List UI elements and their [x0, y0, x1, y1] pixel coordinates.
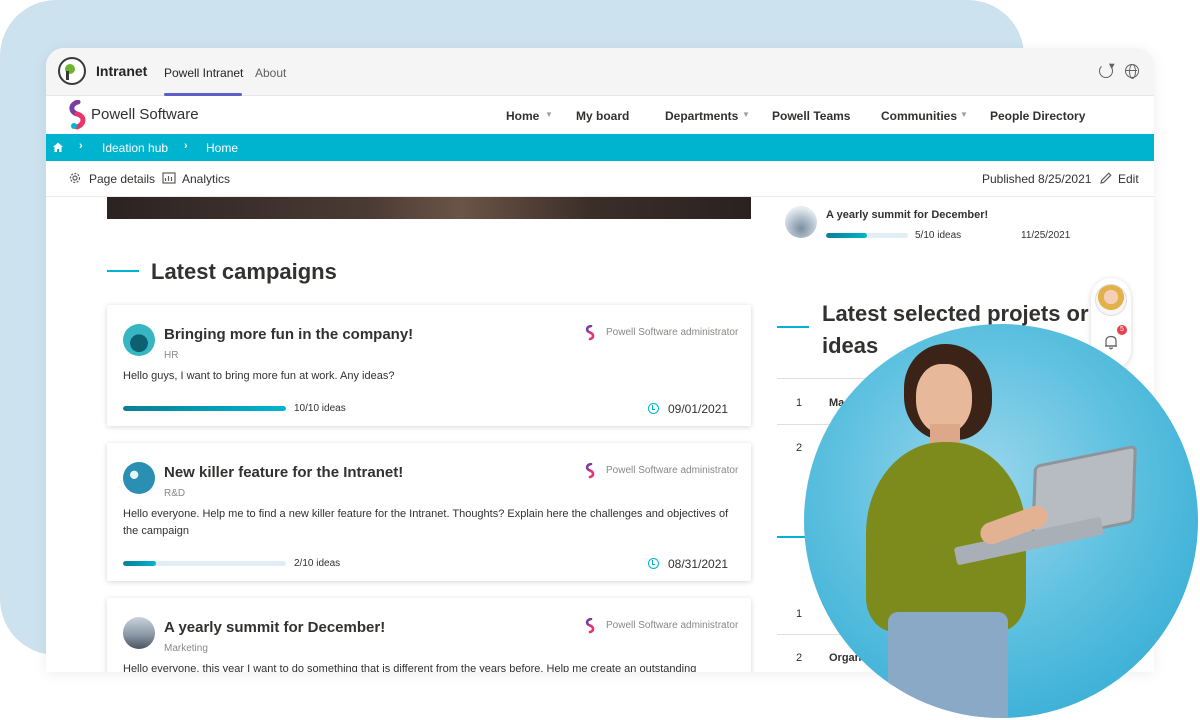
refresh-icon[interactable] [1099, 64, 1113, 78]
campaign-card[interactable]: Bringing more fun in the company! HR Pow… [107, 305, 751, 426]
published-date: Published 8/25/2021 [982, 172, 1092, 186]
campaign-description: Hello everyone. Help me to find a new ki… [123, 508, 729, 537]
campaign-date: 09/01/2021 [668, 402, 729, 416]
ideas-count: 10/10 ideas [294, 403, 346, 414]
campaign-avatar [123, 324, 155, 356]
campaign-department: HR [164, 350, 179, 361]
author-logo-icon [585, 463, 595, 479]
clock-icon [648, 403, 659, 414]
side-ideas-progress-bar [826, 233, 908, 238]
row-number: 2 [796, 442, 803, 454]
section-accent-line [777, 536, 807, 538]
row-number: 1 [796, 397, 803, 409]
chevron-down-icon[interactable]: ▼ [960, 110, 968, 119]
side-ideas-progress-fill [826, 233, 867, 238]
ideas-progress-fill [123, 406, 286, 411]
nav-home[interactable]: Home [506, 109, 539, 123]
photo-jeans [888, 612, 1008, 718]
woman-with-laptop-photo [804, 324, 1198, 718]
gear-icon[interactable] [68, 171, 82, 185]
nav-departments[interactable]: Departments [665, 109, 738, 123]
globe-icon[interactable] [1125, 64, 1139, 79]
campaign-avatar [123, 462, 155, 494]
ideas-progress-bar [123, 561, 286, 566]
row-number: 2 [796, 652, 803, 664]
author-logo-icon [585, 325, 595, 341]
section-accent-line [777, 326, 809, 328]
side-campaign-title[interactable]: A yearly summit for December! [826, 209, 988, 221]
ideas-progress-bar [123, 406, 286, 411]
notification-badge: 5 [1117, 325, 1127, 335]
site-header: Powell Software Home ▼ My board Departme… [46, 96, 1154, 134]
breadcrumb-separator-icon: › [184, 140, 188, 152]
breadcrumb: › Ideation hub › Home [46, 134, 1154, 161]
campaign-description: Hello everyone, this year I want to do s… [123, 663, 697, 672]
intranet-app-logo-icon [58, 57, 86, 85]
side-ideas-count: 5/10 ideas [915, 230, 962, 241]
breadcrumb-separator-icon: › [79, 140, 83, 152]
campaign-description: Hello guys, I want to bring more fun at … [123, 370, 395, 382]
campaign-author: Powell Software administrator [606, 465, 739, 476]
campaign-card[interactable]: A yearly summit for December! Marketing … [107, 598, 751, 672]
analytics-icon[interactable] [162, 171, 176, 185]
campaign-date: 08/31/2021 [668, 557, 729, 571]
tab-about[interactable]: About [255, 66, 286, 80]
chevron-down-icon[interactable]: ▼ [742, 110, 750, 119]
nav-communities[interactable]: Communities [881, 109, 957, 123]
campaign-author: Powell Software administrator [606, 620, 739, 631]
avatar[interactable] [1095, 284, 1127, 316]
campaign-title[interactable]: A yearly summit for December! [164, 619, 385, 636]
edit-button[interactable]: Edit [1118, 172, 1139, 186]
hero-image [107, 197, 751, 219]
brand-name[interactable]: Powell Software [91, 106, 199, 123]
breadcrumb-home[interactable]: Home [206, 141, 238, 155]
nav-people-directory[interactable]: People Directory [990, 109, 1085, 123]
campaign-avatar [123, 617, 155, 649]
section-accent-line [107, 270, 139, 272]
campaign-author: Powell Software administrator [606, 327, 739, 338]
command-bar: Page details Analytics Published 8/25/20… [46, 161, 1154, 197]
home-icon[interactable] [53, 142, 63, 152]
ideas-count: 2/10 ideas [294, 558, 341, 569]
nav-my-board[interactable]: My board [576, 109, 629, 123]
campaign-title[interactable]: New killer feature for the Intranet! [164, 464, 403, 481]
chevron-down-icon[interactable]: ▼ [545, 110, 553, 119]
section-title-latest-campaigns: Latest campaigns [151, 259, 337, 284]
powell-logo-icon[interactable] [68, 100, 88, 130]
campaign-title[interactable]: Bringing more fun in the company! [164, 326, 413, 343]
row-number: 1 [796, 608, 803, 620]
clock-icon [648, 558, 659, 569]
teams-app-bar: Intranet Powell Intranet About [46, 48, 1154, 96]
pencil-icon[interactable] [1099, 171, 1113, 185]
summit-avatar [785, 206, 817, 238]
author-logo-icon [585, 618, 595, 634]
campaign-card[interactable]: New killer feature for the Intranet! R&D… [107, 443, 751, 581]
nav-powell-teams[interactable]: Powell Teams [772, 109, 850, 123]
campaign-department: Marketing [164, 643, 208, 654]
analytics-button[interactable]: Analytics [182, 172, 230, 186]
tab-powell-intranet[interactable]: Powell Intranet [164, 66, 243, 80]
app-name: Intranet [96, 63, 148, 79]
page-details-button[interactable]: Page details [89, 172, 155, 186]
ideas-progress-fill [123, 561, 156, 566]
breadcrumb-ideation-hub[interactable]: Ideation hub [102, 141, 168, 155]
bell-icon[interactable] [1103, 334, 1119, 350]
campaign-department: R&D [164, 488, 186, 499]
side-campaign-date: 11/25/2021 [1021, 230, 1071, 241]
